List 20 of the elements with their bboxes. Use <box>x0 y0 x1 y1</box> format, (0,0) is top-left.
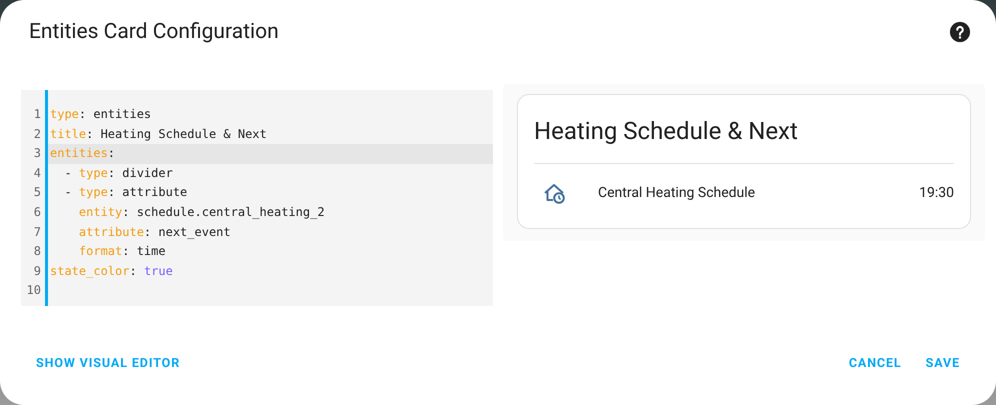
dialog-button[interactable]: CANCEL <box>840 350 910 377</box>
dialog-title: Entities Card Configuration <box>29 20 279 44</box>
code-line: entity: schedule.central_heating_2 <box>78 204 325 221</box>
code-line: type: entities <box>49 106 152 123</box>
dialog-button[interactable]: SAVE <box>918 350 968 377</box>
card-title: Heating Schedule & Next <box>534 116 799 147</box>
code-line: state_color: true <box>49 262 173 280</box>
show-visual-editor-button[interactable]: SHOW VISUAL EDITOR <box>28 350 188 377</box>
entity-state: 19:30 <box>919 185 954 201</box>
code-line: - type: divider <box>63 164 173 182</box>
entity-name[interactable]: Central Heating Schedule <box>598 185 920 201</box>
code-editor[interactable]: 1 type: entities 2 title: Heating Schedule & Next 3 entities: 4 - type: divider 5 - type: attribute 6 entity: schedule.central_heating_2 7 attribute: next_event 8 format: time 9 state_color: true 10 <box>21 90 493 306</box>
code-line: entities: <box>49 145 116 162</box>
home-clock-icon <box>542 181 566 205</box>
line-number: 3 <box>21 144 48 164</box>
code-line: title: Heating Schedule & Next <box>49 126 267 143</box>
help-icon[interactable] <box>949 21 971 43</box>
code-line: - type: attribute <box>63 184 188 202</box>
code-line: format: time <box>78 243 166 260</box>
code-line: attribute: next_event <box>78 224 231 241</box>
